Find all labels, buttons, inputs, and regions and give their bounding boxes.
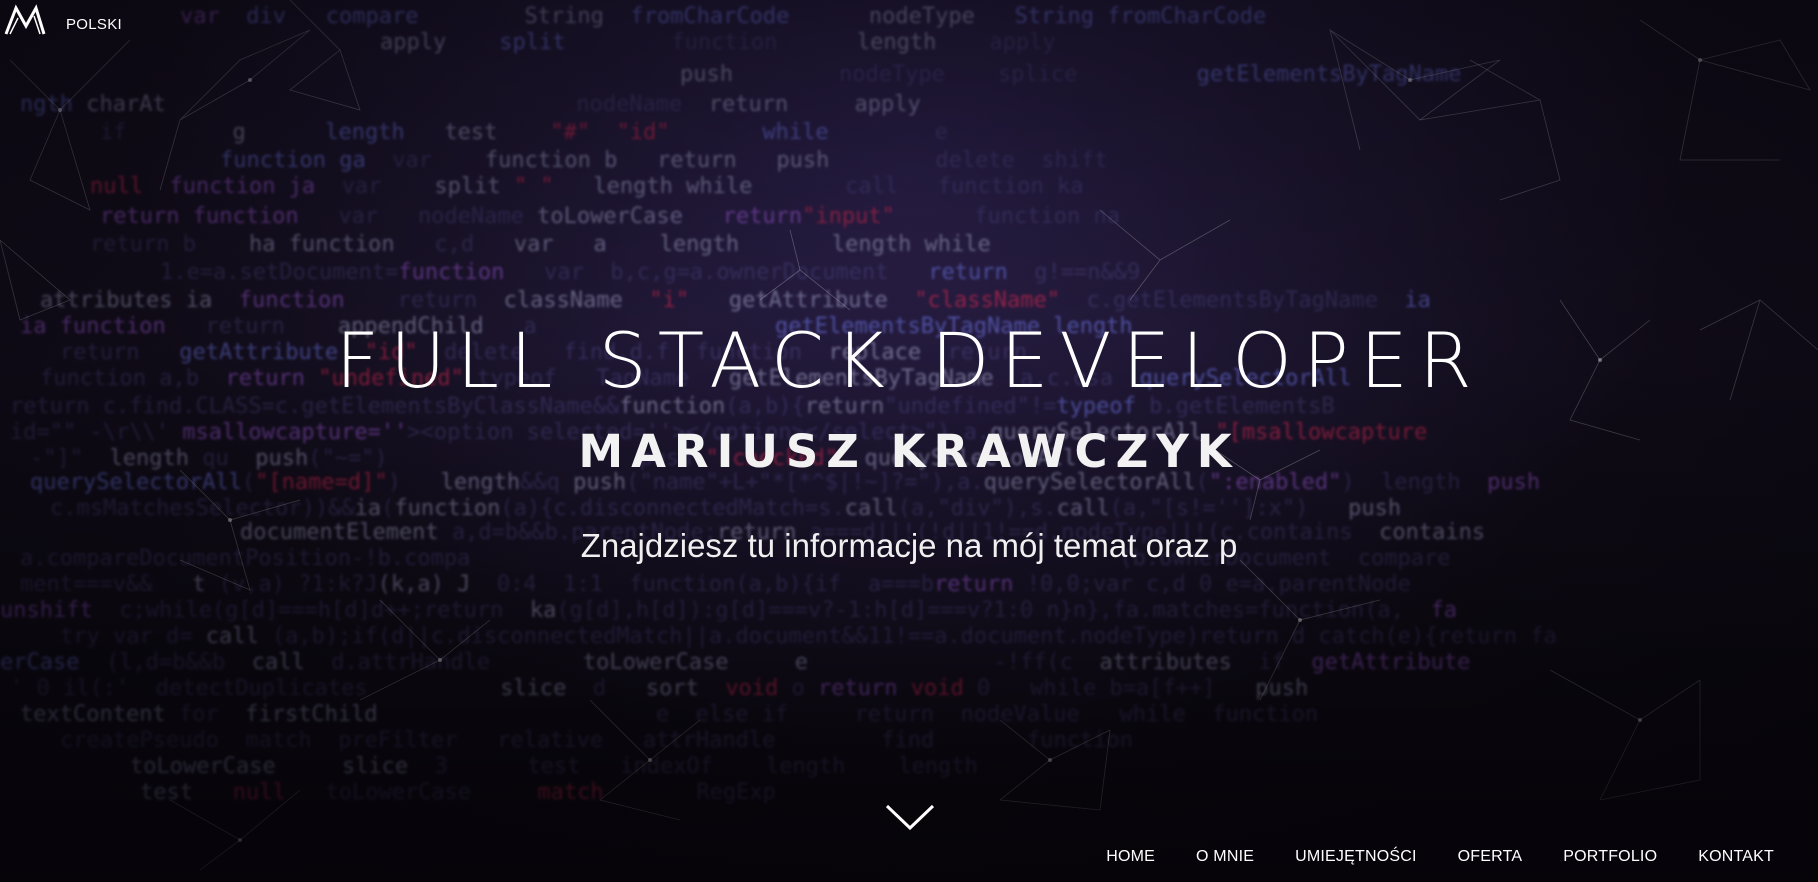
nav-item-home[interactable]: HOME: [1106, 848, 1155, 866]
chevron-down-icon[interactable]: [884, 802, 936, 832]
nav-item-kontakt[interactable]: KONTAKT: [1698, 848, 1774, 866]
nav-item-portfolio[interactable]: PORTFOLIO: [1563, 848, 1657, 866]
logo-icon[interactable]: [4, 4, 48, 36]
nav-item-oferta[interactable]: OFERTA: [1458, 848, 1523, 866]
hero-page: var div compare String fromCharCode node…: [0, 0, 1818, 882]
main-nav: HOME O MNIE UMIEJĘTNOŚCI OFERTA PORTFOLI…: [1106, 848, 1774, 866]
language-switch[interactable]: POLSKI: [66, 16, 122, 33]
hero-name: MARIUSZ KRAWCZYK: [578, 425, 1240, 478]
hero-title: FULL STACK DEVELOPER: [335, 316, 1483, 405]
hero-subtitle: Znajdziesz tu informacje na mój temat or…: [580, 527, 1238, 564]
nav-item-o-mnie[interactable]: O MNIE: [1196, 848, 1254, 866]
nav-item-umiejetnosci[interactable]: UMIEJĘTNOŚCI: [1295, 848, 1417, 866]
